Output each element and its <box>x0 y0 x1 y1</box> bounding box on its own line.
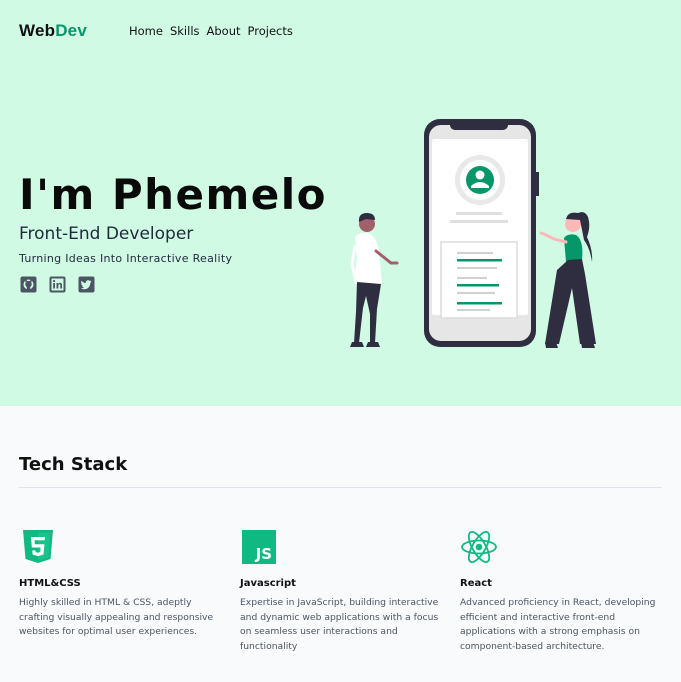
nav-menu: Home Skills About Projects <box>129 24 293 38</box>
hero-section: WebDev Home Skills About Projects I'm Ph… <box>0 0 681 406</box>
tech-card-description: Expertise in JavaScript, building intera… <box>240 597 439 652</box>
tech-card-html-css: HTML&CSS Highly skilled in HTML & CSS, a… <box>19 528 224 640</box>
phone-people-illustration <box>350 119 596 348</box>
tech-card-description: Highly skilled in HTML & CSS, adeptly cr… <box>19 597 214 637</box>
html5-icon <box>23 530 53 563</box>
navbar: WebDev <box>19 20 87 42</box>
tech-card-javascript: JS Javascript Expertise in JavaScript, b… <box>240 528 445 654</box>
twitter-icon[interactable] <box>78 276 95 293</box>
github-icon[interactable] <box>20 276 37 293</box>
hero-tagline: Turning Ideas Into Interactive Reality <box>19 252 233 265</box>
logo-part-web: Web <box>19 21 56 40</box>
react-icon <box>461 531 497 563</box>
linkedin-icon[interactable] <box>49 276 66 293</box>
logo[interactable]: WebDev <box>19 21 87 41</box>
tech-card-react: React Advanced proficiency in React, dev… <box>460 528 665 654</box>
tech-stack-section: Tech Stack HTML&CSS Highly skilled in HT… <box>0 406 681 682</box>
tech-card-title: Javascript <box>240 578 296 589</box>
tech-card-title: HTML&CSS <box>19 578 81 589</box>
nav-projects[interactable]: Projects <box>248 24 293 38</box>
nav-home[interactable]: Home <box>129 24 163 38</box>
tech-card-title: React <box>460 578 492 589</box>
nav-about[interactable]: About <box>207 24 241 38</box>
javascript-icon: JS <box>242 530 276 564</box>
social-links <box>20 276 95 293</box>
hero-role: Front-End Developer <box>19 224 194 244</box>
svg-text:JS: JS <box>255 545 272 563</box>
logo-part-dev: Dev <box>55 21 87 40</box>
nav-skills[interactable]: Skills <box>170 24 200 38</box>
section-divider <box>19 487 662 488</box>
tech-card-description: Advanced proficiency in React, developin… <box>460 597 656 652</box>
hero-name: I'm Phemelo <box>19 170 328 219</box>
tech-stack-title: Tech Stack <box>19 454 128 475</box>
